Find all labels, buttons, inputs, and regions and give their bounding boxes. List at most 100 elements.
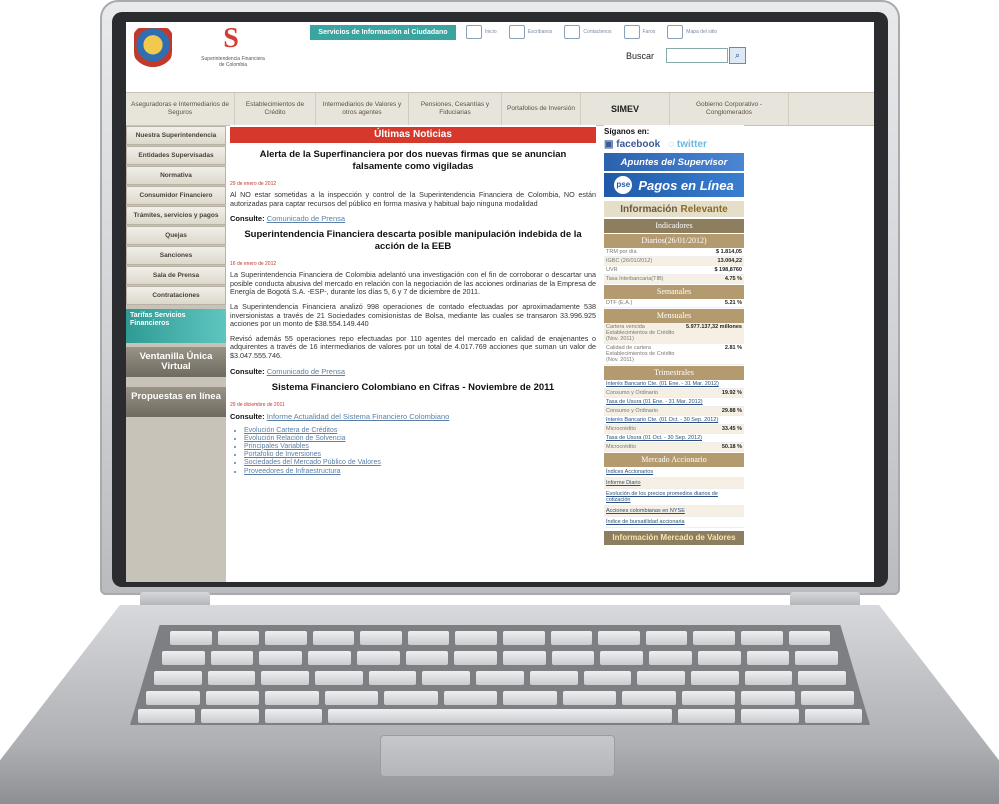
- main-nav: Aseguradoras e Intermediarios de Seguros…: [126, 92, 874, 126]
- accionario-link[interactable]: Acciones colombianas en NYSE: [604, 506, 744, 517]
- twitter-link[interactable]: ◌ twitter: [668, 139, 707, 150]
- left-sidebar: Nuestra Superintendencia Entidades Super…: [126, 125, 226, 582]
- nav-intermediarios[interactable]: Intermediarios de Valores y otros agente…: [316, 93, 409, 125]
- news-paragraph: Revisó además 55 operaciones repo efectu…: [230, 333, 596, 360]
- sidebar-item-normativa[interactable]: Normativa: [126, 166, 226, 185]
- facebook-link[interactable]: ▣ facebook: [604, 139, 660, 150]
- touchpad[interactable]: [380, 735, 615, 777]
- apuntes-banner[interactable]: Apuntes del Supervisor: [604, 153, 744, 171]
- sidebar-item-consumidor[interactable]: Consumidor Financiero: [126, 186, 226, 205]
- nav-aseguradoras[interactable]: Aseguradoras e Intermediarios de Seguros: [126, 93, 235, 125]
- top-link-mapa[interactable]: Mapa del sitio: [667, 25, 717, 39]
- consulte-line: Consulte: Comunicado de Prensa: [230, 214, 346, 224]
- right-sidebar: Síganos en: ▣ facebook ◌ twitter Apuntes…: [604, 125, 744, 582]
- list-item[interactable]: Proveedores de Infraestructura: [244, 468, 596, 476]
- indicator-row: Tasa de Usura (01 Oct. - 30 Sep. 2012): [604, 434, 744, 443]
- services-bar[interactable]: Servicios de Información al Ciudadano: [310, 25, 456, 40]
- indicator-row: DTF (E.A.) 5.21 %: [604, 300, 744, 308]
- sidebar-item-contrataciones[interactable]: Contrataciones: [126, 286, 226, 305]
- top-link-contactenos[interactable]: Contactenos: [564, 25, 612, 39]
- sidebar-item-tramites[interactable]: Trámites, servicios y pagos: [126, 206, 226, 225]
- semanales-header: Semanales: [604, 285, 744, 299]
- indicator-row: TRM por día $ 1.814,05: [604, 249, 744, 257]
- news-date: 16 de enero de 2012: [230, 261, 277, 268]
- facebook-icon: ▣: [604, 139, 614, 150]
- nav-pensiones[interactable]: Pensiones, Cesantías y Fiduciarias: [409, 93, 502, 125]
- accionario-link[interactable]: Índices Accionarios: [604, 467, 744, 478]
- indicator-row: Interés Bancario Cte. (01 Oct. - 30 Sep.…: [604, 416, 744, 425]
- site-header: S Superintendencia Financiera de Colombi…: [126, 22, 874, 92]
- nav-establecimientos[interactable]: Establecimientos de Crédito: [235, 93, 316, 125]
- pse-icon: pse: [614, 176, 633, 194]
- indicadores-header: Indicadores: [604, 219, 744, 233]
- search-button[interactable]: ⌕: [729, 47, 746, 64]
- top-link-escribanos[interactable]: Escribanos: [508, 25, 552, 39]
- comunicado-link[interactable]: Comunicado de Prensa: [267, 214, 345, 223]
- diarios-header: Diarios(26/01/2012): [604, 234, 744, 248]
- list-item[interactable]: Evolución Relación de Solvencia: [244, 435, 596, 443]
- sitemap-icon: [667, 25, 684, 39]
- sidebar-item-sanciones[interactable]: Sanciones: [126, 246, 226, 265]
- propuestas-banner[interactable]: Propuestas en línea: [126, 387, 226, 417]
- info-relevante-banner[interactable]: Información Relevante: [604, 201, 744, 217]
- phone-icon: [564, 25, 581, 39]
- mail-icon: [508, 25, 525, 39]
- indicator-row: Consumo y Ordinario 29.88 %: [604, 407, 744, 416]
- search-icon: ⌕: [734, 50, 741, 60]
- logo-text: Superintendencia Financiera de Colombia: [201, 56, 265, 68]
- pagos-banner[interactable]: pse Pagos en Línea: [604, 173, 744, 197]
- mercado-valores-banner[interactable]: Información Mercado de Valores: [604, 531, 744, 545]
- informe-link[interactable]: Informe Actualidad del Sistema Financier…: [267, 412, 450, 421]
- accionario-link[interactable]: Índice de bursatilidad accionaria: [604, 517, 744, 528]
- mensuales-header: Mensuales: [604, 309, 744, 323]
- news-paragraph: Al NO estar sometidas a la inspección y …: [230, 190, 596, 208]
- nav-simev[interactable]: SIMEV: [581, 93, 670, 125]
- bullet-list: Evolución Cartera de Créditos Evolución …: [244, 427, 596, 476]
- indicator-row: Consumo y Ordinario 19.92 %: [604, 389, 744, 398]
- coat-of-arms-icon: [134, 28, 172, 70]
- indicator-row: IGBC (26/01/2012) 13.004,22: [604, 257, 744, 266]
- indicator-row: UVR $ 198,8760: [604, 267, 744, 275]
- sidebar-item-nuestra[interactable]: Nuestra Superintendencia: [126, 126, 226, 145]
- follow-us-label: Síganos en:: [604, 127, 650, 136]
- list-item[interactable]: Sociedades del Mercado Público de Valore…: [244, 459, 596, 467]
- news-title[interactable]: Superintendencia Financiera descarta pos…: [238, 229, 588, 253]
- top-links: Inicio Escribanos Contactenos Faros Mapa…: [466, 25, 717, 39]
- indicator-row: Microcrédito 50.18 %: [604, 443, 744, 452]
- nav-gobierno[interactable]: Gobierno Corporativo - Conglomerados: [670, 93, 789, 125]
- section-title: Últimas Noticias: [230, 127, 596, 143]
- news-title[interactable]: Sistema Financiero Colombiano en Cifras …: [238, 382, 588, 394]
- nav-portafolios[interactable]: Portafolios de Inversión: [502, 93, 581, 125]
- superfinanciera-logo-icon[interactable]: S: [218, 25, 244, 53]
- sidebar-item-entidades[interactable]: Entidades Supervisadas: [126, 146, 226, 165]
- indicator-row: Tasa Interbancaria(TIB) 4.75 %: [604, 275, 744, 284]
- sidebar-item-sala-prensa[interactable]: Sala de Prensa: [126, 266, 226, 285]
- search-input[interactable]: [666, 48, 728, 63]
- browser-screen: S Superintendencia Financiera de Colombi…: [126, 22, 874, 582]
- indicator-row: Cartera vencida Establecimientos de Créd…: [604, 323, 744, 344]
- indicator-row: Interés Bancario Cte. (01 Ene. - 31 Mar.…: [604, 380, 744, 389]
- accionario-link[interactable]: Informe Diario: [604, 478, 744, 489]
- list-item[interactable]: Principales Variables: [244, 443, 596, 451]
- indicator-row: Tasa de Usura (01 Ene. - 31 Mar. 2012): [604, 398, 744, 407]
- keyboard: [130, 625, 870, 725]
- indicator-row: Calidad de cartera Establecimientos de C…: [604, 345, 744, 365]
- list-item[interactable]: Evolución Cartera de Créditos: [244, 427, 596, 435]
- social-links: ▣ facebook ◌ twitter: [604, 139, 744, 150]
- search-label: Buscar: [626, 51, 655, 61]
- news-title[interactable]: Alerta de la Superfinanciera por dos nue…: [238, 149, 588, 173]
- news-paragraph: La Superintendencia Financiera de Colomb…: [230, 270, 596, 297]
- list-item[interactable]: Portafolio de Inversiones: [244, 451, 596, 459]
- accionario-header: Mercado Accionario: [604, 453, 744, 467]
- top-link-faros[interactable]: Faros: [623, 25, 655, 39]
- news-paragraph: La Superintendencia Financiera analizó 9…: [230, 301, 596, 329]
- tarifas-banner[interactable]: Tarifas Servicios Financieros: [126, 309, 226, 343]
- accionario-link[interactable]: Evolución de los precios promedios diari…: [604, 489, 744, 506]
- news-column: Últimas Noticias Alerta de la Superfinan…: [230, 125, 596, 582]
- indicator-row: Microcrédito 33.45 %: [604, 425, 744, 434]
- ventanilla-banner[interactable]: Ventanilla Única Virtual: [126, 347, 226, 377]
- news-date: 29 de diciembre de 2011: [230, 401, 285, 408]
- comunicado-link[interactable]: Comunicado de Prensa: [267, 367, 345, 376]
- top-link-inicio[interactable]: Inicio: [466, 25, 497, 39]
- sidebar-item-quejas[interactable]: Quejas: [126, 226, 226, 245]
